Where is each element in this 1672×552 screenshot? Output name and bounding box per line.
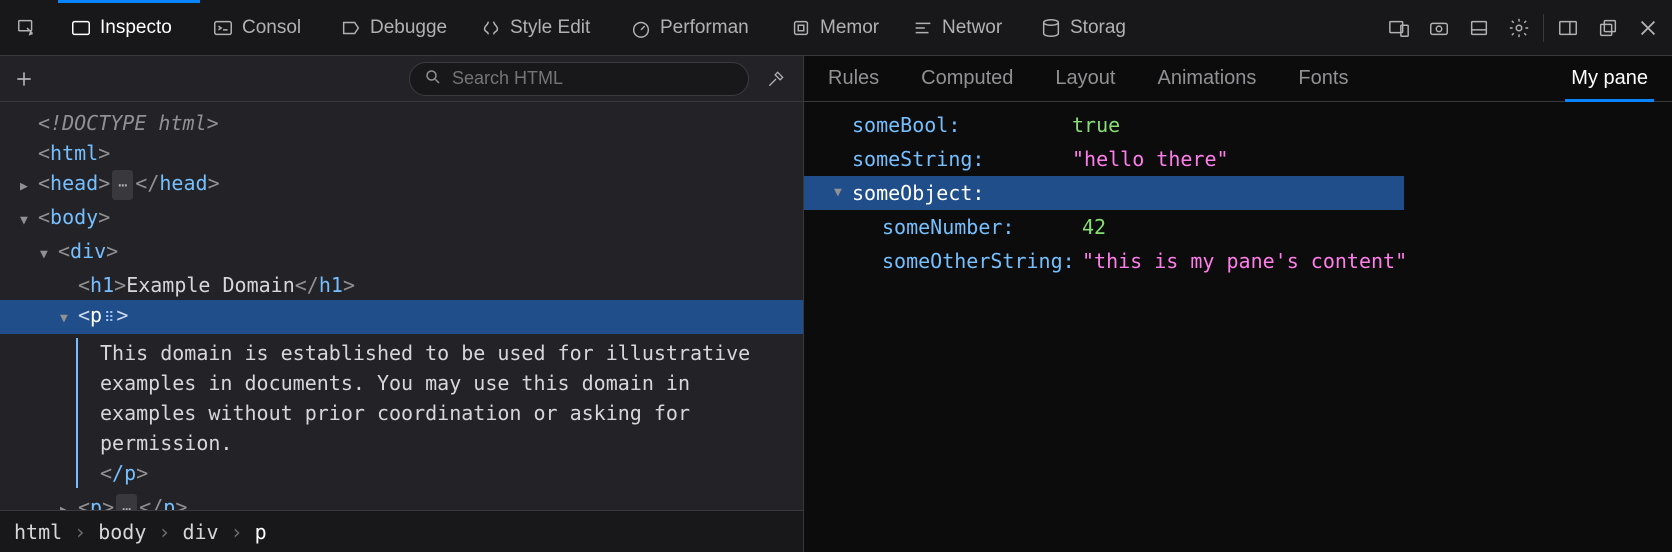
expand-icon[interactable]: ▶ xyxy=(20,168,38,202)
collapse-icon[interactable]: ▼ xyxy=(20,202,38,236)
obj-prop-someString[interactable]: someString: "hello there" xyxy=(804,142,1672,176)
collapse-icon[interactable]: ▼ xyxy=(60,300,78,334)
tab-layout[interactable]: Layout xyxy=(1055,67,1115,90)
tab-fonts[interactable]: Fonts xyxy=(1298,67,1348,90)
tab-label: Consol xyxy=(242,17,301,39)
toolbar-right-icons xyxy=(1379,0,1668,55)
tab-label: Performan xyxy=(660,17,749,39)
pick-cursor-icon xyxy=(16,17,38,39)
obj-prop-someOtherString[interactable]: someOtherString: "this is my pane's cont… xyxy=(804,244,1672,278)
console-icon xyxy=(212,17,234,39)
crumb[interactable]: body xyxy=(98,520,146,544)
popout-button[interactable] xyxy=(1588,0,1628,55)
sidepanel-tabs: Rules Computed Layout Animations Fonts M… xyxy=(804,56,1672,102)
crumb[interactable]: div xyxy=(182,520,218,544)
toggle-split-button[interactable] xyxy=(1548,0,1588,55)
tab-network[interactable]: Networ xyxy=(900,0,1028,55)
ellipsis-icon[interactable]: ⋯ xyxy=(116,494,137,510)
chevron-right-icon: › xyxy=(158,520,170,544)
html-node[interactable]: <html> xyxy=(0,138,803,168)
add-node-button[interactable] xyxy=(10,65,38,93)
ellipsis-icon[interactable]: ⋯ xyxy=(112,170,133,200)
div-node[interactable]: ▼ <div> xyxy=(0,236,803,270)
obj-value: "this is my pane's content" xyxy=(1082,244,1407,278)
tab-debugger[interactable]: Debugge xyxy=(328,0,468,55)
tab-inspector[interactable]: Inspecto xyxy=(58,0,200,55)
markup-panel: <!DOCTYPE html> <html> ▶ <head>⋯</head> … xyxy=(0,56,804,552)
network-icon xyxy=(912,17,934,39)
responsive-mode-button[interactable] xyxy=(1379,0,1419,55)
head-node[interactable]: ▶ <head>⋯</head> xyxy=(0,168,803,202)
tab-storage[interactable]: Storag xyxy=(1028,0,1150,55)
obj-value: true xyxy=(1072,108,1120,142)
settings-button[interactable] xyxy=(1499,0,1539,55)
toolbar-divider xyxy=(1543,14,1544,42)
tab-label: Networ xyxy=(942,17,1002,39)
body-node[interactable]: ▼ <body> xyxy=(0,202,803,236)
tab-console[interactable]: Consol xyxy=(200,0,328,55)
p-node-selected[interactable]: ▼ <p⠿> xyxy=(0,300,803,334)
tab-label: Storag xyxy=(1070,17,1126,39)
crumb[interactable]: html xyxy=(14,520,62,544)
obj-prop-someBool[interactable]: someBool: true xyxy=(804,108,1672,142)
storage-icon xyxy=(1040,17,1062,39)
tab-my-pane[interactable]: My pane xyxy=(1571,67,1648,90)
search-html-field[interactable] xyxy=(409,62,749,96)
chevron-right-icon: › xyxy=(74,520,86,544)
obj-prop-someNumber[interactable]: someNumber: 42 xyxy=(804,210,1672,244)
doctype-node[interactable]: <!DOCTYPE html> xyxy=(0,108,803,138)
screenshot-button[interactable] xyxy=(1419,0,1459,55)
performance-icon xyxy=(630,17,652,39)
dock-mode-button[interactable] xyxy=(1459,0,1499,55)
tab-label: Memor xyxy=(820,17,879,39)
tab-animations[interactable]: Animations xyxy=(1157,67,1256,90)
collapse-icon[interactable]: ▼ xyxy=(40,236,58,270)
markup-subtoolbar xyxy=(0,56,803,102)
obj-prop-someObject[interactable]: ▼ someObject: xyxy=(804,176,1404,210)
memory-icon xyxy=(790,17,812,39)
h1-node[interactable]: <h1>Example Domain</h1> xyxy=(0,270,803,300)
pick-element-button[interactable] xyxy=(4,0,58,55)
side-panel: Rules Computed Layout Animations Fonts M… xyxy=(804,56,1672,552)
tab-rules[interactable]: Rules xyxy=(828,67,879,90)
obj-value: 42 xyxy=(1082,210,1106,244)
markup-tree[interactable]: <!DOCTYPE html> <html> ▶ <head>⋯</head> … xyxy=(0,102,803,510)
eyedropper-button[interactable] xyxy=(759,62,793,96)
style-editor-icon xyxy=(480,17,502,39)
inspector-icon xyxy=(70,17,92,39)
debugger-icon xyxy=(340,17,362,39)
search-icon xyxy=(424,68,442,90)
p2-node[interactable]: ▶ <p>⋯</p> xyxy=(0,492,803,510)
tab-memory[interactable]: Memor xyxy=(778,0,900,55)
object-inspector[interactable]: someBool: true someString: "hello there"… xyxy=(804,102,1672,552)
search-html-input[interactable] xyxy=(452,68,734,89)
collapse-icon[interactable]: ▼ xyxy=(834,176,852,210)
tab-computed[interactable]: Computed xyxy=(921,67,1013,90)
main-split: <!DOCTYPE html> <html> ▶ <head>⋯</head> … xyxy=(0,56,1672,552)
devtools-toolbar: Inspecto Consol Debugge Style Edit Perfo… xyxy=(0,0,1672,56)
tab-label: Inspecto xyxy=(100,17,172,39)
tab-label: Debugge xyxy=(370,17,447,39)
crumb[interactable]: p xyxy=(255,520,267,544)
breadcrumbs: html › body › div › p xyxy=(0,510,803,552)
close-devtools-button[interactable] xyxy=(1628,0,1668,55)
chevron-right-icon: › xyxy=(231,520,243,544)
obj-value: "hello there" xyxy=(1072,142,1229,176)
tab-label: Style Edit xyxy=(510,17,590,39)
tab-style-editor[interactable]: Style Edit xyxy=(468,0,618,55)
tab-performance[interactable]: Performan xyxy=(618,0,778,55)
expand-icon[interactable]: ▶ xyxy=(60,492,78,510)
p-text-content[interactable]: This domain is established to be used fo… xyxy=(76,338,776,488)
